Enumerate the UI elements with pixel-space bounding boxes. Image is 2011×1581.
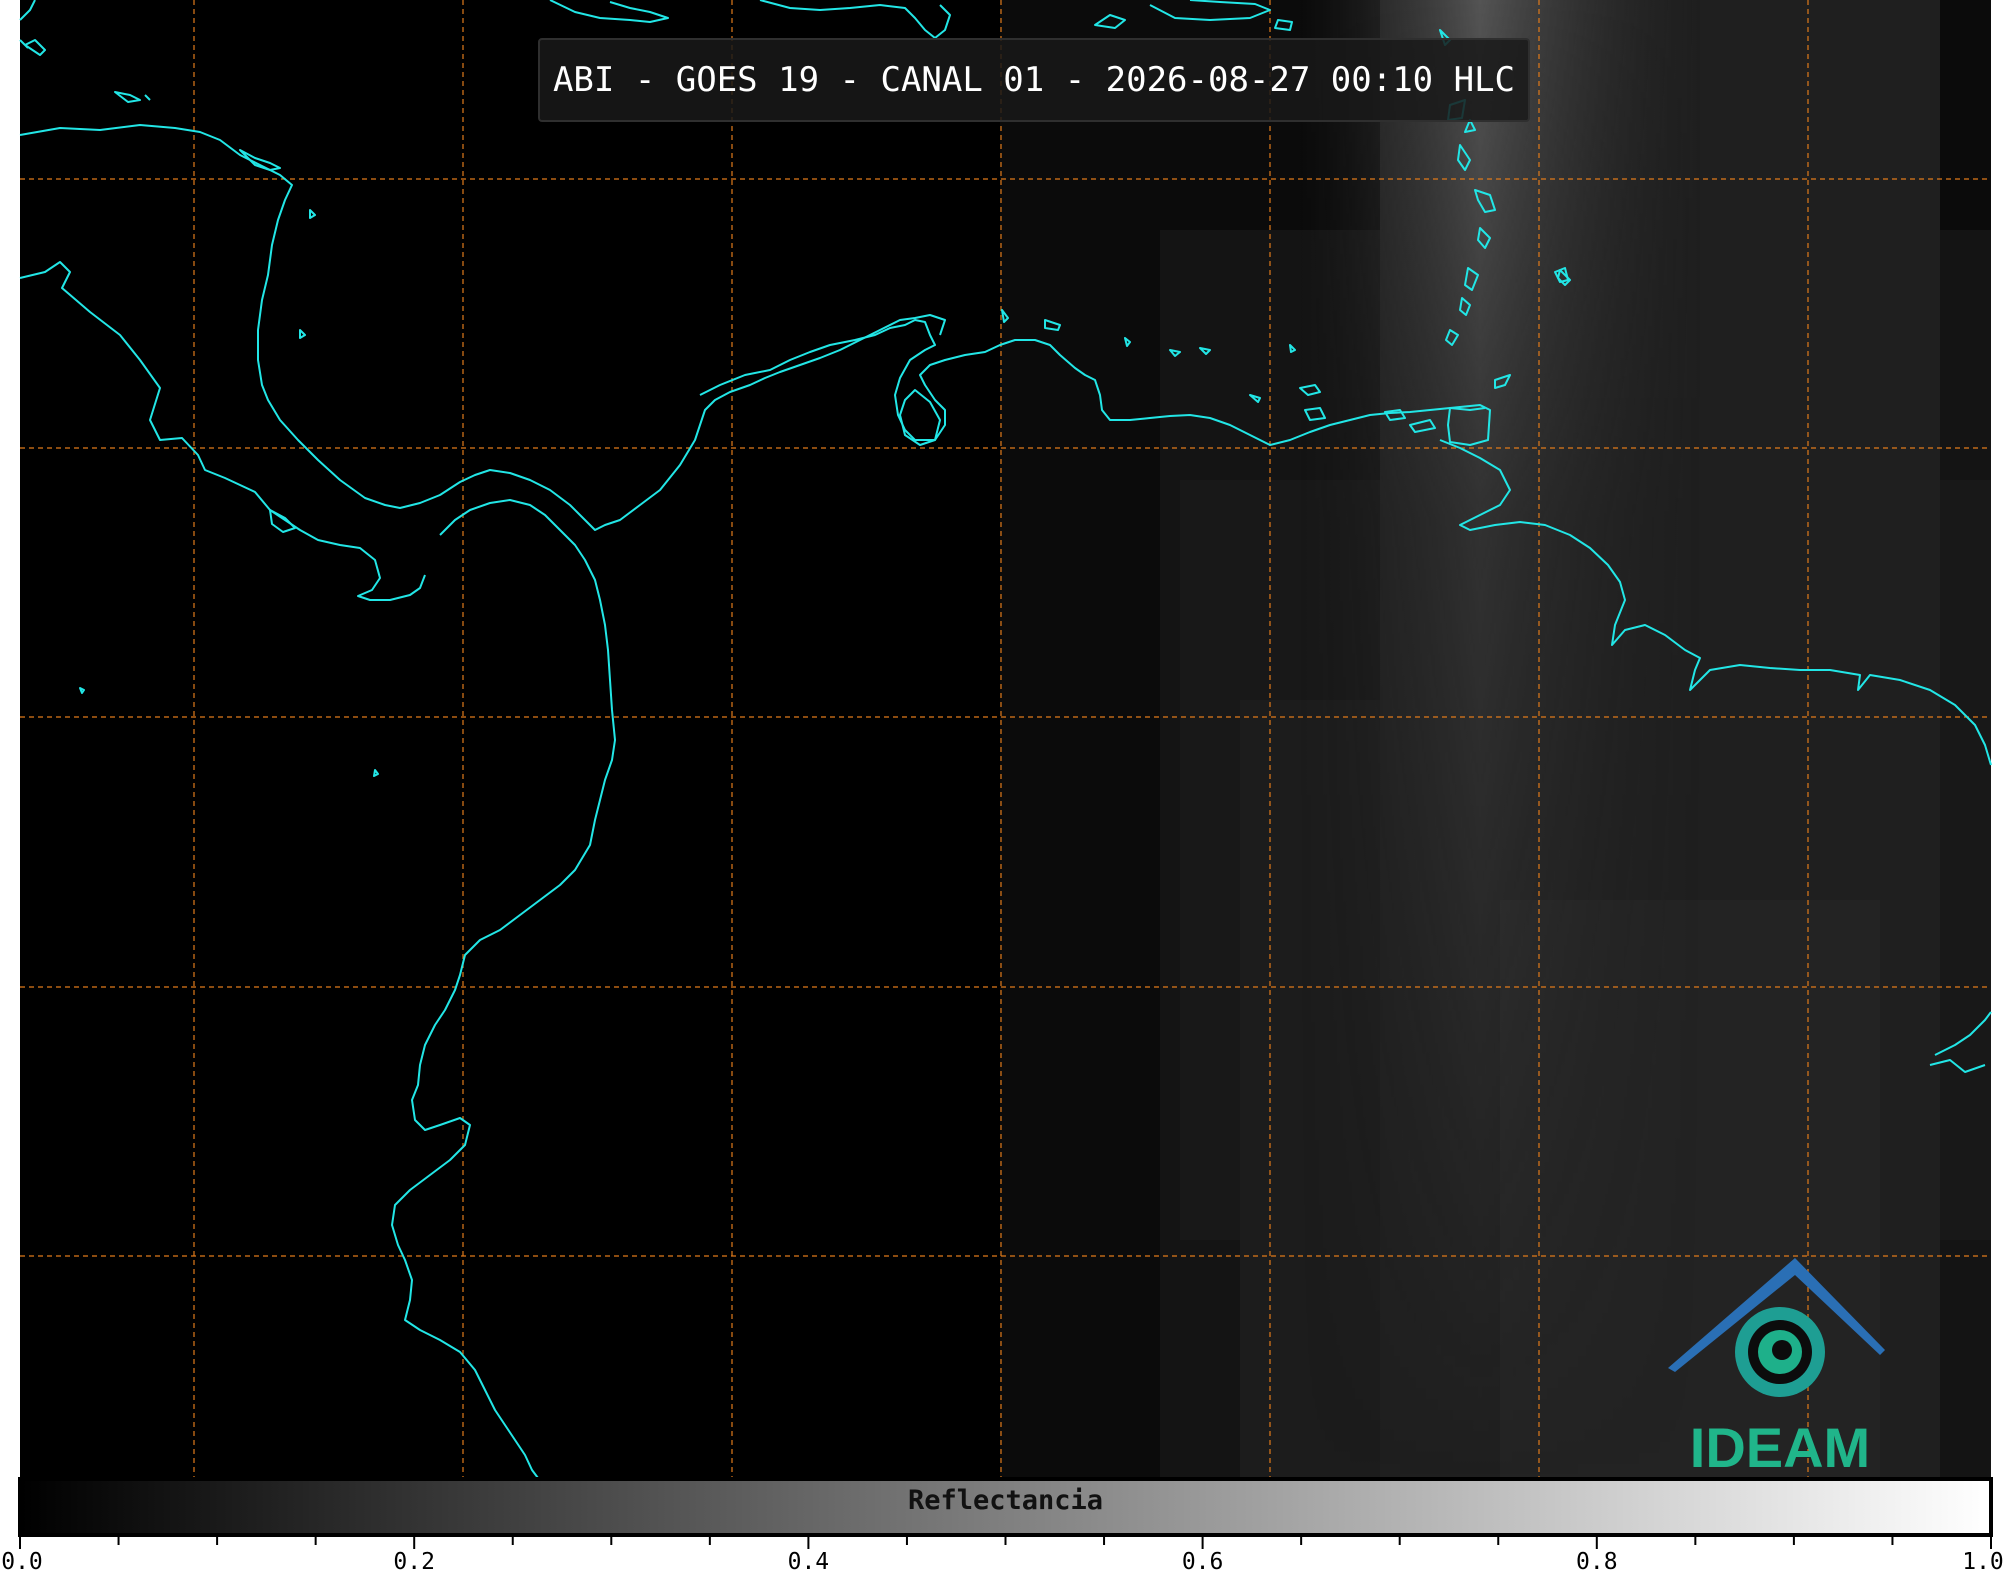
image-title: ABI - GOES 19 - CANAL 01 - 2026-08-27 00… bbox=[552, 60, 1516, 100]
colorbar-tick-label: 0.6 bbox=[1181, 1549, 1224, 1575]
sunlit-haze bbox=[1000, 0, 1991, 1480]
satellite-image-viewer: IDEAM ABI - GOES 19 - CANAL 01 - 2026-08… bbox=[0, 0, 2011, 1577]
colorbar-tick-label: 0.4 bbox=[787, 1549, 830, 1575]
colorbar-ticks bbox=[19, 1535, 1992, 1549]
colorbar-tick-label: 0.0 bbox=[1, 1549, 43, 1575]
colorbar-tick-label: 1.0 bbox=[1962, 1549, 2004, 1575]
colorbar-label: Reflectancia bbox=[907, 1485, 1104, 1516]
title-banner: ABI - GOES 19 - CANAL 01 - 2026-08-27 00… bbox=[538, 38, 1530, 122]
ideam-logo-text: IDEAM bbox=[1690, 1416, 1870, 1479]
colorbar-tick-label: 0.2 bbox=[393, 1549, 435, 1575]
satellite-map: IDEAM bbox=[18, 0, 1993, 1549]
colorbar-tick-label: 0.8 bbox=[1576, 1549, 1618, 1575]
